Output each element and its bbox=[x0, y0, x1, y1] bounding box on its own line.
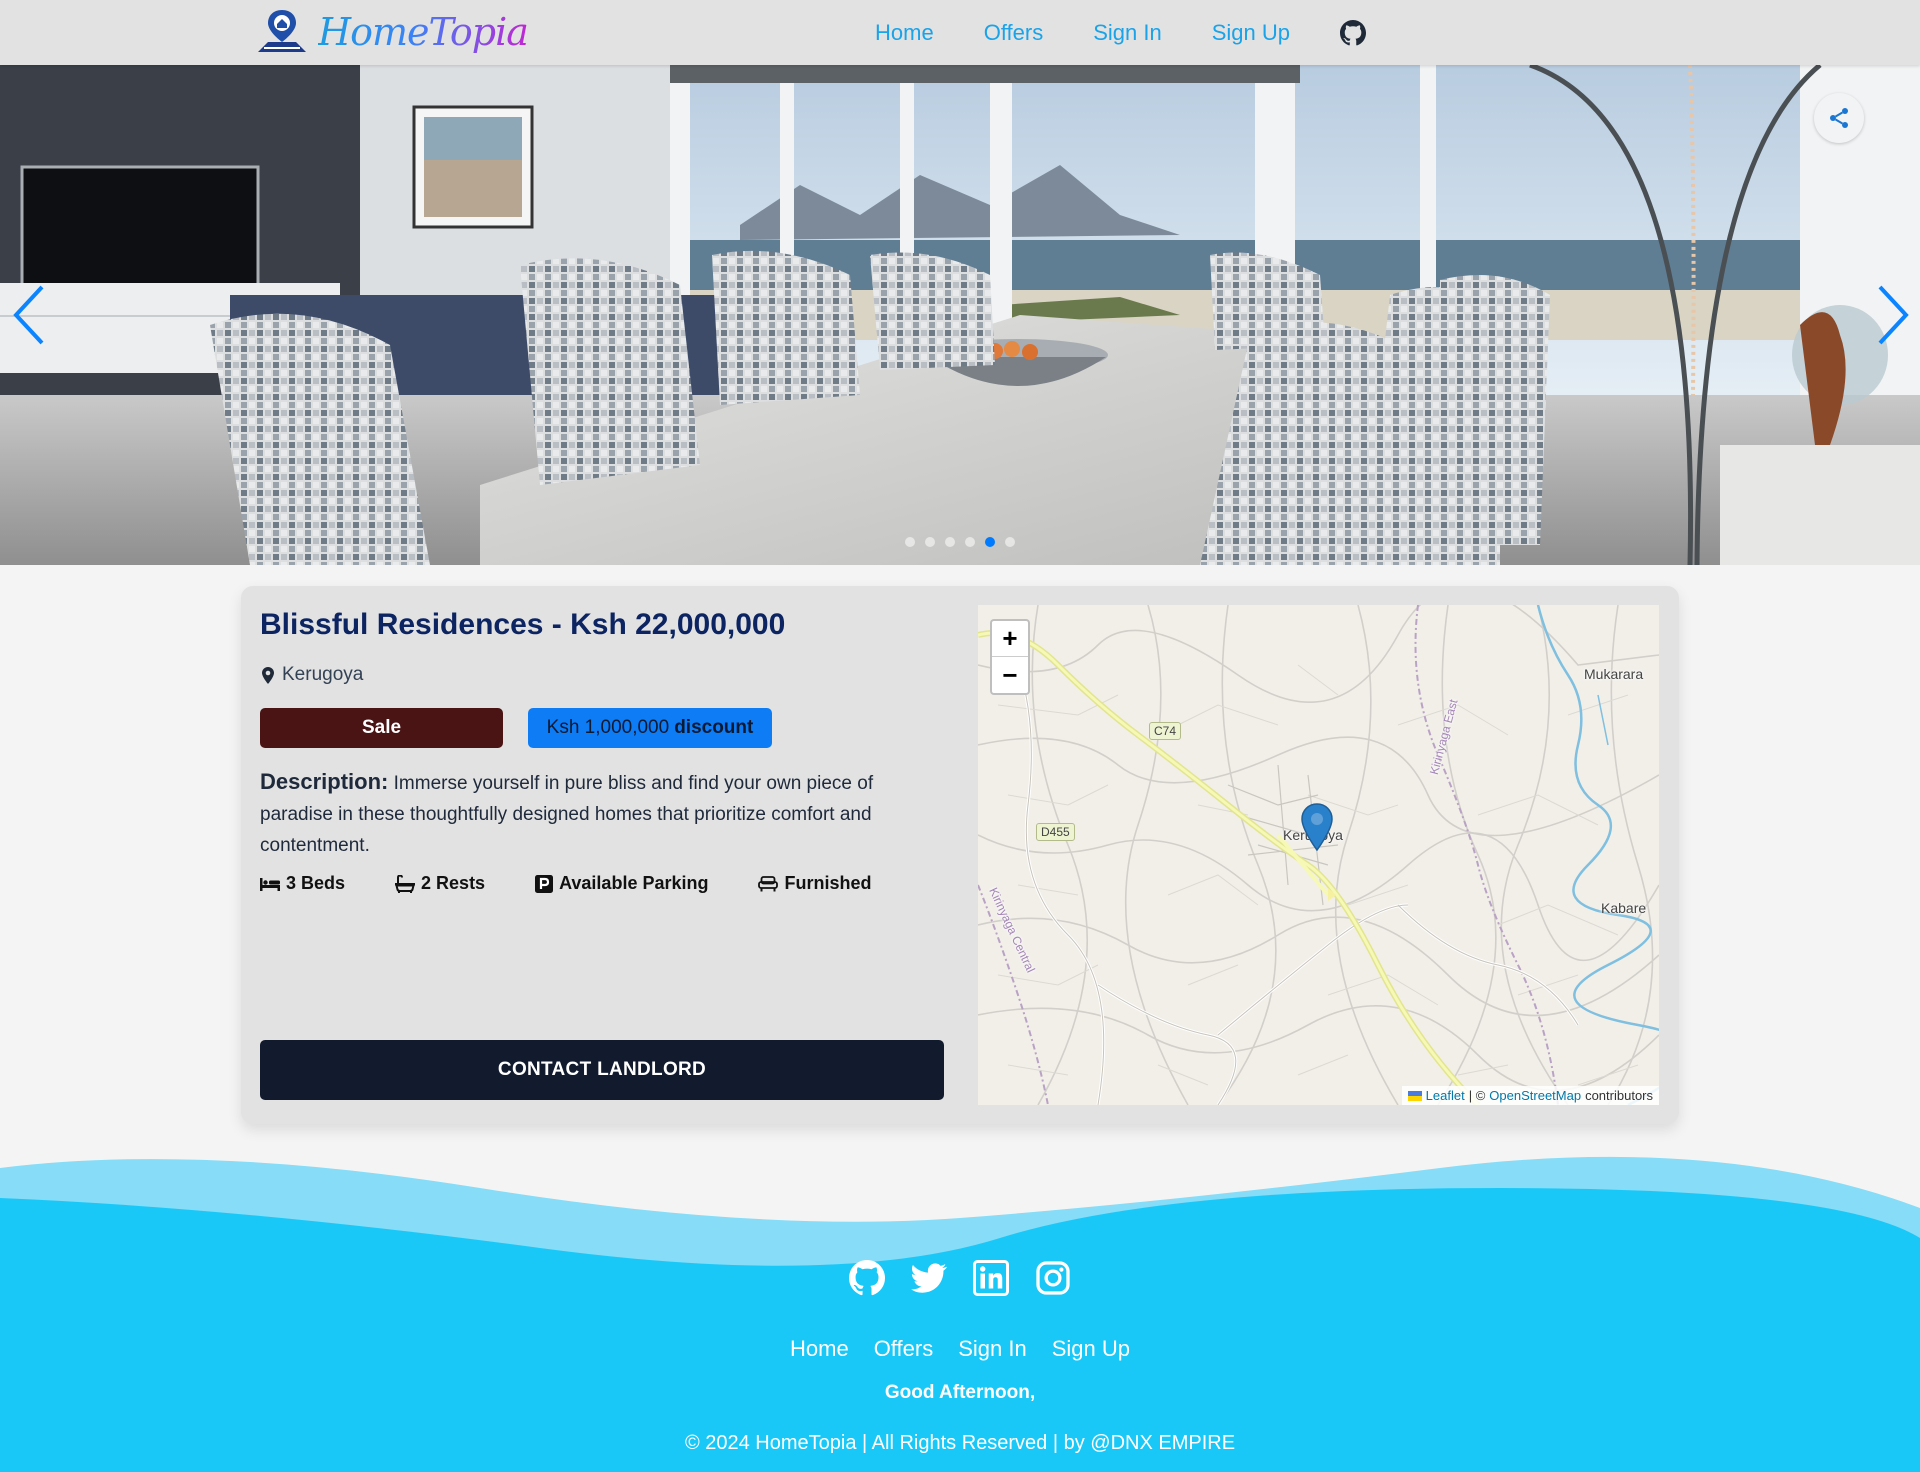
feature-furnished-label: Furnished bbox=[784, 873, 872, 893]
hero-image bbox=[0, 65, 1920, 565]
listing-location: Kerugoya bbox=[262, 664, 363, 686]
copyright-text: © 2024 HomeTopia | All Rights Reserved |… bbox=[684, 1432, 1236, 1454]
nav-sign-in-link[interactable]: Sign In bbox=[1093, 20, 1162, 46]
carousel-dot[interactable] bbox=[965, 537, 975, 547]
chair-icon bbox=[758, 875, 779, 891]
feature-parking-label: Available Parking bbox=[559, 873, 709, 893]
house-pin-icon bbox=[258, 10, 306, 52]
map-label-kabare: Kabare bbox=[1601, 900, 1647, 916]
twitter-icon[interactable] bbox=[911, 1260, 947, 1296]
social-links bbox=[0, 1260, 1920, 1296]
feature-beds-label: 3 Beds bbox=[286, 873, 346, 893]
carousel-dot[interactable] bbox=[925, 537, 935, 547]
footer-sign-up-link[interactable]: Sign Up bbox=[1052, 1336, 1130, 1362]
zoom-control: + − bbox=[990, 619, 1030, 695]
attribution-suffix: contributors bbox=[1585, 1088, 1653, 1103]
github-icon[interactable] bbox=[849, 1260, 885, 1296]
share-icon bbox=[1830, 108, 1848, 128]
nav-offers-link[interactable]: Offers bbox=[984, 20, 1044, 46]
brand-logo[interactable]: HomeTopia bbox=[254, 6, 529, 58]
zoom-in-button[interactable]: + bbox=[992, 621, 1028, 657]
location-marker[interactable] bbox=[1301, 803, 1333, 856]
linkedin-icon[interactable] bbox=[973, 1260, 1009, 1296]
listing-features: 3 Beds 2 Rests Available Parking Furnish… bbox=[260, 873, 922, 894]
feature-beds: 3 Beds bbox=[260, 873, 345, 894]
navbar: HomeTopia Home Offers Sign In Sign Up bbox=[0, 0, 1920, 65]
road-shield-c74: C74 bbox=[1149, 722, 1182, 740]
carousel-dots bbox=[905, 537, 1015, 547]
openstreetmap-link[interactable]: OpenStreetMap bbox=[1489, 1088, 1581, 1103]
discount-label: discount bbox=[674, 717, 754, 738]
nav-sign-up-link[interactable]: Sign Up bbox=[1212, 20, 1290, 46]
listing-title: Blissful Residences - Ksh 22,000,000 bbox=[260, 608, 786, 641]
map-marker-icon bbox=[1301, 803, 1333, 852]
carousel-dot[interactable] bbox=[985, 537, 995, 547]
contact-landlord-button[interactable]: CONTACT LANDLORD bbox=[260, 1040, 944, 1100]
share-button[interactable] bbox=[1814, 93, 1864, 143]
parking-icon bbox=[535, 874, 554, 893]
location-map[interactable]: Mukarara Kerugoya Kabare Kirinyaga East … bbox=[978, 605, 1659, 1105]
ukraine-flag-icon bbox=[1407, 1090, 1422, 1101]
bath-icon bbox=[395, 874, 416, 893]
road-shield-d455: D455 bbox=[1036, 823, 1075, 841]
description-label: Description: bbox=[260, 769, 389, 794]
brand-name: HomeTopia bbox=[318, 10, 529, 54]
sale-badge: Sale bbox=[260, 708, 503, 748]
nav-home-link[interactable]: Home bbox=[875, 20, 934, 46]
carousel-prev-button[interactable] bbox=[10, 283, 50, 347]
feature-baths: 2 Rests bbox=[395, 873, 485, 894]
footer-home-link[interactable]: Home bbox=[790, 1336, 849, 1362]
carousel-next-button[interactable] bbox=[1872, 283, 1912, 347]
hero-carousel bbox=[0, 65, 1920, 565]
instagram-icon[interactable] bbox=[1035, 1260, 1071, 1296]
carousel-dot[interactable] bbox=[945, 537, 955, 547]
map-label-mukarara: Mukarara bbox=[1584, 666, 1644, 682]
greeting-text: Good Afternoon, bbox=[884, 1382, 1036, 1403]
chevron-right-icon bbox=[1878, 285, 1909, 345]
leaflet-link[interactable]: Leaflet bbox=[1426, 1088, 1465, 1103]
footer-offers-link[interactable]: Offers bbox=[874, 1336, 934, 1362]
nav-links: Home Offers Sign In Sign Up bbox=[875, 0, 1366, 65]
footer-waves bbox=[0, 1156, 1920, 1472]
listing-description: Description: Immerse yourself in pure bl… bbox=[260, 766, 940, 861]
carousel-dot[interactable] bbox=[905, 537, 915, 547]
discount-amount: Ksh 1,000,000 bbox=[546, 717, 670, 738]
discount-badge: Ksh 1,000,000 discount bbox=[528, 708, 772, 748]
feature-parking: Available Parking bbox=[535, 873, 708, 894]
github-icon[interactable] bbox=[1340, 19, 1366, 46]
location-text: Kerugoya bbox=[282, 664, 364, 685]
map-pin-icon bbox=[262, 666, 274, 684]
footer-sign-in-link[interactable]: Sign In bbox=[958, 1336, 1027, 1362]
feature-baths-label: 2 Rests bbox=[421, 873, 486, 893]
chevron-left-icon bbox=[13, 285, 44, 345]
carousel-dot[interactable] bbox=[1005, 537, 1015, 547]
feature-furnished: Furnished bbox=[758, 873, 872, 894]
map-attribution: Leaflet | © OpenStreetMap contributors bbox=[1401, 1086, 1659, 1105]
bed-icon bbox=[260, 877, 280, 891]
listing-card: Blissful Residences - Ksh 22,000,000 Ker… bbox=[241, 586, 1679, 1124]
zoom-out-button[interactable]: − bbox=[992, 657, 1028, 693]
attribution-separator: | © bbox=[1468, 1088, 1486, 1103]
footer-links: Home Offers Sign In Sign Up bbox=[0, 1336, 1920, 1362]
